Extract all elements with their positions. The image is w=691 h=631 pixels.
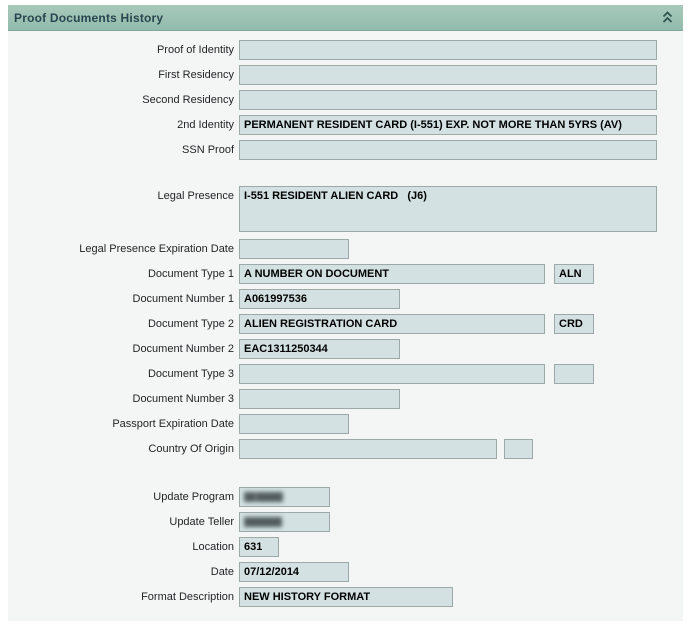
field-label-document-type-2: Document Type 2 [147, 318, 234, 330]
field-label-date: Date [210, 566, 234, 578]
form-row-location: Location 631 [8, 537, 683, 557]
document-type-1-code-field[interactable]: ALN [554, 264, 594, 284]
panel-body: Proof of Identity First Residency Second R… [8, 31, 683, 621]
field-label-second-residency: Second Residency [142, 94, 234, 106]
field-label-document-number-1: Document Number 1 [132, 293, 235, 305]
2nd-identity-value: PERMANENT RESIDENT CARD (I-551) EXP. NOT… [244, 119, 622, 131]
update-program-field[interactable]: ██ █████ [239, 487, 330, 507]
location-value: 631 [244, 541, 263, 553]
field-label-ssn-proof: SSN Proof [182, 144, 234, 156]
document-type-2-code-field[interactable]: CRD [554, 314, 594, 334]
location-field[interactable]: 631 [239, 537, 279, 557]
form-fields: Proof of Identity First Residency Second R… [8, 40, 683, 607]
form-row-second-residency: Second Residency [8, 90, 683, 110]
document-type-3-field[interactable] [239, 364, 545, 384]
legal-presence-value: I-551 RESIDENT ALIEN CARD (J6) [244, 190, 427, 202]
document-type-1-code-value: ALN [559, 268, 582, 280]
panel-header: Proof Documents History [8, 5, 683, 31]
document-type-1-value: A NUMBER ON DOCUMENT [244, 268, 390, 280]
form-row-document-type-2: Document Type 2 ALIEN REGISTRATION CARD CR… [8, 314, 683, 334]
field-label-location: Location [192, 541, 234, 553]
field-label-proof-of-identity: Proof of Identity [156, 44, 234, 56]
update-program-value: ██ █████ [244, 492, 284, 502]
field-label-document-number-3: Document Number 3 [132, 393, 235, 405]
format-description-field[interactable]: NEW HISTORY FORMAT [239, 587, 453, 607]
document-type-2-value: ALIEN REGISTRATION CARD [244, 318, 398, 330]
document-type-3-code-field[interactable] [554, 364, 594, 384]
form-row-document-number-3: Document Number 3 [8, 389, 683, 409]
country-of-origin-code-field[interactable] [504, 439, 533, 459]
first-residency-field[interactable] [239, 65, 657, 85]
field-label-first-residency: First Residency [158, 69, 234, 81]
form-row-date: Date 07/12/2014 [8, 562, 683, 582]
form-row-document-type-1: Document Type 1 A NUMBER ON DOCUMENT ALN [8, 264, 683, 284]
field-label-format-description: Format Description [141, 591, 234, 603]
update-teller-field[interactable]: ███████ [239, 512, 330, 532]
field-label-passport-expiration-date: Passport Expiration Date [112, 418, 234, 430]
form-row-document-type-3: Document Type 3 [8, 364, 683, 384]
form-row-update-teller: Update Teller ███████ [8, 512, 683, 532]
form-row-ssn-proof: SSN Proof [8, 140, 683, 160]
form-row-document-number-2: Document Number 2 EAC1311250344 [8, 339, 683, 359]
collapse-panel-button[interactable] [662, 10, 673, 26]
field-label-2nd-identity: 2nd Identity [177, 119, 234, 131]
document-number-2-field[interactable]: EAC1311250344 [239, 339, 400, 359]
update-teller-value: ███████ [244, 517, 282, 527]
form-row-2nd-identity: 2nd Identity PERMANENT RESIDENT CARD (I-5… [8, 115, 683, 135]
field-label-document-number-2: Document Number 2 [132, 343, 235, 355]
date-value: 07/12/2014 [244, 566, 300, 578]
country-of-origin-field[interactable] [239, 439, 497, 459]
form-row-document-number-1: Document Number 1 A061997536 [8, 289, 683, 309]
2nd-identity-field[interactable]: PERMANENT RESIDENT CARD (I-551) EXP. NOT… [239, 115, 657, 135]
form-row-legal-presence: Legal Presence I-551 RESIDENT ALIEN CARD … [8, 186, 683, 232]
proof-documents-history-panel: Proof Documents History Proof of Identit… [8, 5, 683, 622]
field-label-update-program: Update Program [153, 491, 234, 503]
date-field[interactable]: 07/12/2014 [239, 562, 349, 582]
document-number-3-field[interactable] [239, 389, 400, 409]
field-label-country-of-origin: Country Of Origin [148, 443, 234, 455]
legal-presence-field[interactable]: I-551 RESIDENT ALIEN CARD (J6) [239, 186, 657, 232]
document-type-2-code-value: CRD [559, 318, 583, 330]
document-number-1-field[interactable]: A061997536 [239, 289, 400, 309]
field-label-update-teller: Update Teller [169, 516, 234, 528]
form-row-legal-presence-expiration-date: Legal Presence Expiration Date [8, 239, 683, 259]
form-row-proof-of-identity: Proof of Identity [8, 40, 683, 60]
field-label-document-type-3: Document Type 3 [147, 368, 234, 380]
passport-expiration-date-field[interactable] [239, 414, 349, 434]
document-type-2-field[interactable]: ALIEN REGISTRATION CARD [239, 314, 545, 334]
field-label-document-type-1: Document Type 1 [147, 268, 234, 280]
format-description-value: NEW HISTORY FORMAT [244, 591, 371, 603]
ssn-proof-field[interactable] [239, 140, 657, 160]
document-number-1-value: A061997536 [244, 293, 308, 305]
form-row-first-residency: First Residency [8, 65, 683, 85]
field-label-legal-presence-expiration-date: Legal Presence Expiration Date [79, 243, 234, 255]
proof-of-identity-field[interactable] [239, 40, 657, 60]
legal-presence-expiration-date-field[interactable] [239, 239, 349, 259]
field-label-legal-presence: Legal Presence [157, 190, 234, 202]
form-row-passport-expiration-date: Passport Expiration Date [8, 414, 683, 434]
panel-title: Proof Documents History [14, 10, 164, 25]
form-row-format-description: Format Description NEW HISTORY FORMAT [8, 587, 683, 607]
chevron-double-up-icon [662, 11, 673, 24]
second-residency-field[interactable] [239, 90, 657, 110]
form-row-update-program: Update Program ██ █████ [8, 487, 683, 507]
form-row-country-of-origin: Country Of Origin [8, 439, 683, 459]
document-number-2-value: EAC1311250344 [244, 343, 328, 355]
document-type-1-field[interactable]: A NUMBER ON DOCUMENT [239, 264, 545, 284]
